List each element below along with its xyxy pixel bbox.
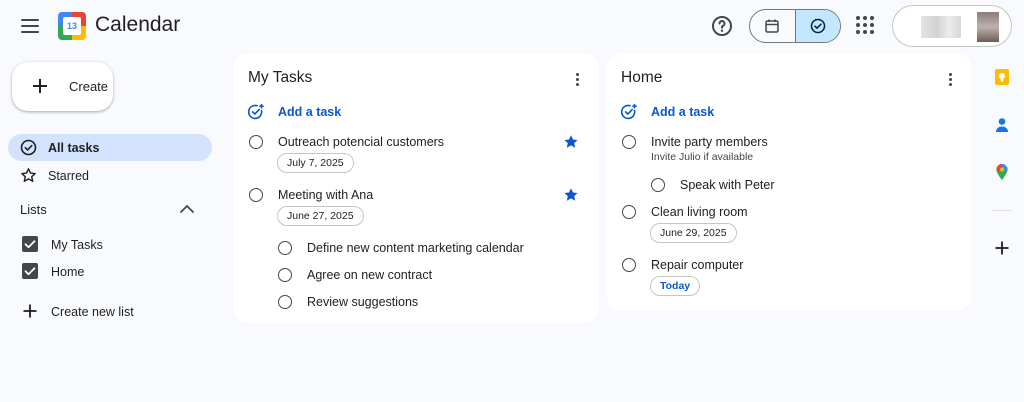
lists-section-header: Lists — [20, 202, 47, 217]
task-title: Invite party members — [651, 135, 768, 149]
task-title: Review suggestions — [307, 295, 419, 309]
task-title: Clean living room — [651, 205, 748, 219]
task-title: Repair computer — [651, 258, 744, 272]
add-task-label: Add a task — [278, 105, 342, 119]
task-complete-toggle[interactable] — [622, 205, 636, 219]
check-circle-icon — [810, 18, 826, 34]
plus-icon — [33, 79, 47, 93]
calendar-view-button[interactable] — [750, 10, 795, 42]
task-title: Speak with Peter — [680, 178, 775, 192]
view-switcher — [749, 9, 841, 43]
rail-divider — [992, 210, 1012, 211]
checkmark-icon — [24, 267, 36, 276]
more-vert-icon[interactable] — [568, 70, 586, 88]
task-title: Agree on new contract — [307, 268, 433, 282]
task-complete-toggle[interactable] — [622, 135, 636, 149]
sidebar-item-starred[interactable]: Starred — [8, 162, 212, 189]
logo-day: 13 — [63, 17, 81, 35]
sidebar-item-all-tasks[interactable]: All tasks — [8, 134, 212, 161]
card-title: My Tasks — [248, 69, 313, 86]
help-icon[interactable] — [710, 14, 734, 38]
account-name-blurred — [921, 16, 961, 38]
plus-icon — [23, 304, 37, 318]
add-task-label: Add a task — [651, 105, 715, 119]
list-label: Home — [51, 265, 85, 279]
task-title: Define new content marketing calendar — [307, 241, 524, 255]
top-bar: 13 Calendar — [0, 0, 1024, 52]
google-apps-icon[interactable] — [856, 16, 874, 34]
add-task-icon — [620, 104, 637, 120]
task-complete-toggle[interactable] — [622, 258, 636, 272]
check-circle-icon — [20, 139, 37, 156]
maps-icon[interactable] — [993, 163, 1011, 181]
more-vert-icon[interactable] — [941, 70, 959, 88]
task-description: Invite Julio if available — [651, 151, 754, 163]
task-date-chip[interactable]: July 7, 2025 — [277, 153, 354, 173]
star-filled-icon[interactable] — [563, 187, 579, 203]
task-date-chip[interactable]: June 29, 2025 — [650, 223, 737, 243]
app-title: Calendar — [95, 13, 181, 36]
contacts-icon[interactable] — [993, 116, 1011, 134]
list-checkbox[interactable] — [22, 263, 38, 279]
create-label: Create — [69, 79, 109, 94]
task-complete-toggle[interactable] — [278, 295, 292, 309]
create-button[interactable]: Create — [12, 62, 113, 111]
task-complete-toggle[interactable] — [278, 241, 292, 255]
sidebar-item-label: All tasks — [48, 141, 100, 155]
task-date-chip[interactable]: Today — [650, 276, 701, 296]
checkmark-icon — [24, 240, 36, 249]
task-date-chip[interactable]: June 27, 2025 — [277, 206, 364, 226]
tasks-view-button[interactable] — [794, 10, 840, 42]
add-task-icon — [247, 104, 264, 120]
keep-icon[interactable] — [993, 68, 1011, 86]
star-outline-icon — [21, 168, 36, 182]
calendar-icon — [765, 19, 780, 33]
task-list-card-my-tasks: My Tasks Add a task Outreach potencial c… — [234, 54, 598, 322]
avatar — [977, 12, 999, 42]
list-label: My Tasks — [51, 238, 103, 252]
task-complete-toggle[interactable] — [651, 178, 665, 192]
chevron-up-icon[interactable] — [178, 202, 196, 216]
create-list-label: Create new list — [51, 305, 134, 319]
calendar-logo: 13 — [58, 12, 86, 40]
task-complete-toggle[interactable] — [278, 268, 292, 282]
star-filled-icon[interactable] — [563, 134, 579, 150]
task-complete-toggle[interactable] — [249, 188, 263, 202]
account-button[interactable] — [892, 5, 1012, 47]
plus-icon[interactable] — [993, 239, 1011, 257]
main-menu-icon[interactable] — [18, 14, 42, 38]
task-list-card-home: Home Add a task Invite party members Inv… — [607, 54, 971, 310]
task-complete-toggle[interactable] — [249, 135, 263, 149]
card-title: Home — [621, 69, 663, 86]
task-title: Outreach potencial customers — [278, 135, 445, 149]
list-checkbox[interactable] — [22, 236, 38, 252]
sidebar-item-label: Starred — [48, 169, 89, 183]
task-title: Meeting with Ana — [278, 188, 374, 202]
